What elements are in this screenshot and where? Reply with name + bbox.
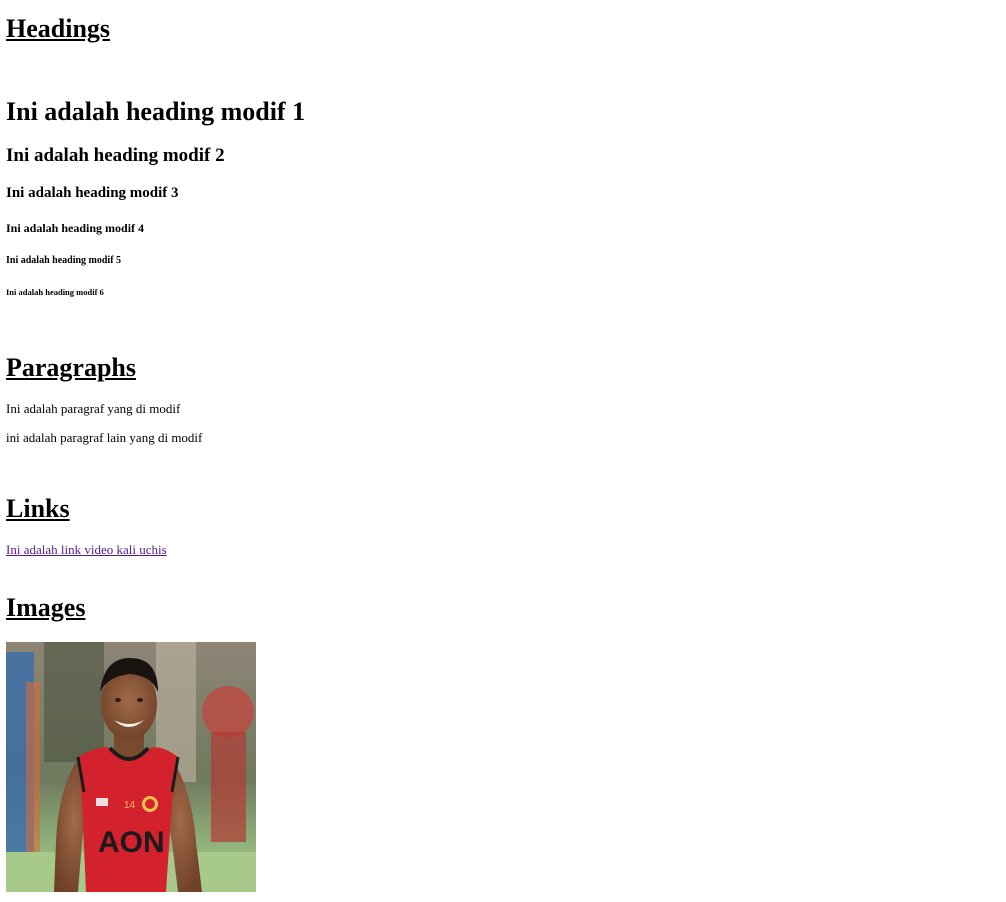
paragraph-2: ini adalah paragraf lain yang di modif: [6, 430, 203, 445]
heading-5: Ini adalah heading modif 5: [6, 255, 122, 266]
heading-6: Ini adalah heading modif 6: [6, 287, 104, 297]
player-photo: 14 AON: [6, 642, 256, 892]
player-photo-illustration: 14 AON: [6, 642, 256, 892]
heading-1: Ini adalah heading modif 1: [6, 97, 306, 126]
section-title-paragraphs: Paragraphs: [6, 353, 136, 382]
video-link[interactable]: Ini adalah link video kali uchis: [6, 542, 167, 558]
shirt-sponsor: AON: [98, 826, 165, 859]
section-title-headings: Headings: [6, 14, 111, 43]
jersey-number: 14: [124, 800, 136, 811]
heading-4: Ini adalah heading modif 4: [6, 221, 145, 235]
heading-2: Ini adalah heading modif 2: [6, 145, 225, 166]
section-title-links: Links: [6, 494, 70, 523]
paragraph-1: Ini adalah paragraf yang di modif: [6, 401, 181, 416]
section-title-images: Images: [6, 593, 86, 622]
heading-3: Ini adalah heading modif 3: [6, 185, 179, 201]
